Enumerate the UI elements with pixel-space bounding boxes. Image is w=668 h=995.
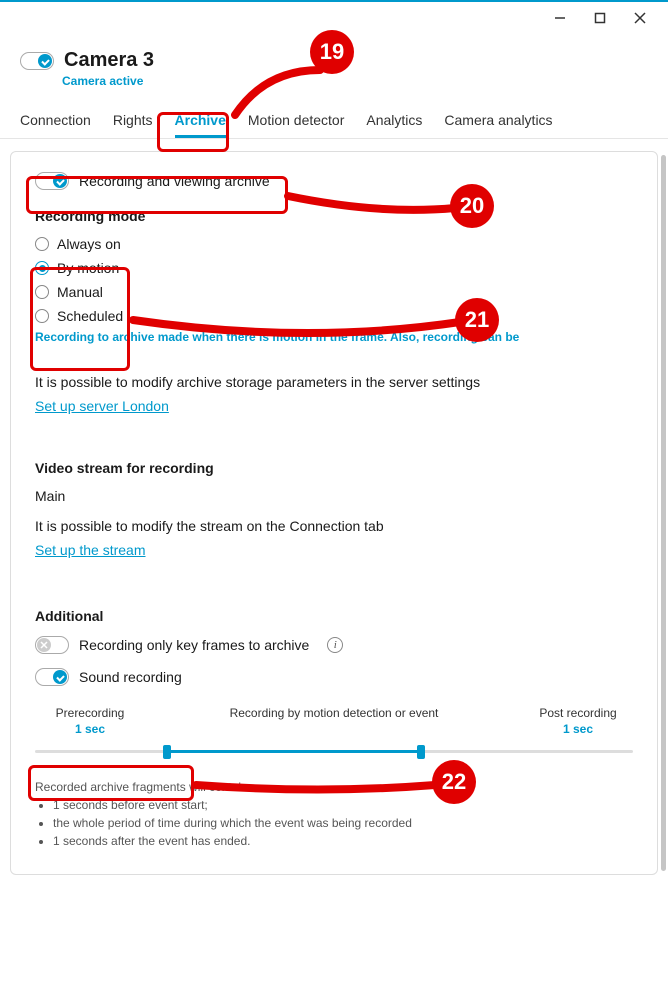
tab-analytics[interactable]: Analytics — [366, 106, 422, 138]
postrecording-value: 1 sec — [523, 722, 633, 736]
keyframes-label: Recording only key frames to archive — [79, 637, 309, 653]
annotation-box-21 — [30, 267, 130, 371]
motion-recording-label: Recording by motion detection or event — [145, 706, 523, 720]
annotation-box-19 — [157, 112, 229, 152]
scrollbar[interactable] — [661, 155, 666, 871]
slider-handle-post[interactable] — [417, 745, 425, 759]
prerecording-value: 1 sec — [35, 722, 145, 736]
stream-value: Main — [35, 488, 633, 504]
tab-connection[interactable]: Connection — [20, 106, 91, 138]
minimize-icon — [554, 12, 566, 24]
tab-bar: Connection Rights Archive Motion detecto… — [0, 96, 668, 139]
storage-desc: It is possible to modify archive storage… — [35, 374, 633, 390]
keyframes-toggle[interactable] — [35, 636, 69, 654]
maximize-button[interactable] — [580, 4, 620, 32]
close-button[interactable] — [620, 4, 660, 32]
annotation-box-20 — [26, 176, 288, 214]
setup-stream-link[interactable]: Set up the stream — [35, 542, 146, 558]
annotation-box-22 — [28, 765, 194, 801]
page-header: Camera 3 Camera active — [0, 33, 668, 96]
sound-recording-toggle[interactable] — [35, 668, 69, 686]
footer-bullet: the whole period of time during which th… — [53, 814, 633, 832]
tab-motion-detector[interactable]: Motion detector — [248, 106, 345, 138]
recording-slider[interactable] — [35, 744, 633, 760]
window-titlebar — [0, 0, 668, 33]
additional-title: Additional — [35, 608, 633, 624]
tab-camera-analytics[interactable]: Camera analytics — [444, 106, 552, 138]
camera-status: Camera active — [62, 74, 648, 88]
slider-labels: Prerecording 1 sec Recording by motion d… — [35, 706, 633, 736]
camera-enabled-toggle[interactable] — [20, 52, 54, 70]
maximize-icon — [594, 12, 606, 24]
info-icon[interactable]: i — [327, 637, 343, 653]
mode-always-on[interactable]: Always on — [35, 236, 633, 252]
setup-server-link[interactable]: Set up server London — [35, 398, 169, 414]
x-icon — [40, 641, 48, 649]
footer-bullet: 1 seconds after the event has ended. — [53, 832, 633, 850]
radio-icon — [35, 237, 49, 251]
prerecording-label: Prerecording — [35, 706, 145, 720]
close-icon — [634, 12, 646, 24]
stream-desc: It is possible to modify the stream on t… — [35, 518, 633, 534]
slider-handle-pre[interactable] — [163, 745, 171, 759]
postrecording-label: Post recording — [523, 706, 633, 720]
camera-title: Camera 3 — [64, 49, 154, 72]
mode-label: Always on — [57, 236, 121, 252]
minimize-button[interactable] — [540, 4, 580, 32]
slider-fill — [165, 750, 423, 753]
video-stream-title: Video stream for recording — [35, 460, 633, 476]
sound-recording-label: Sound recording — [79, 669, 182, 685]
tab-rights[interactable]: Rights — [113, 106, 153, 138]
